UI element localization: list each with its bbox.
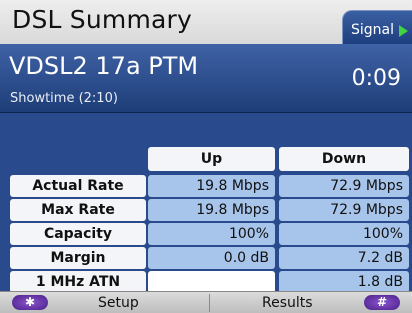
results-softkey[interactable]: Results — [262, 295, 313, 311]
margin-down: 7.2 dB — [279, 247, 409, 269]
row-label-margin: Margin — [10, 247, 146, 269]
signal-tab[interactable]: Signal — [342, 10, 412, 44]
row-label-max-rate: Max Rate — [10, 199, 146, 221]
column-header-up: Up — [148, 147, 275, 171]
elapsed-timer: 0:09 — [351, 66, 401, 91]
margin-up: 0.0 dB — [148, 247, 275, 269]
title-bar: DSL Summary Signal — [0, 0, 412, 44]
hash-key-icon[interactable]: # — [364, 295, 400, 310]
capacity-down: 100% — [279, 223, 409, 245]
setup-softkey[interactable]: Setup — [98, 295, 139, 311]
atn-up — [148, 271, 275, 293]
row-label-actual-rate: Actual Rate — [10, 175, 146, 197]
row-label-capacity: Capacity — [10, 223, 146, 245]
actual-rate-up: 19.8 Mbps — [148, 175, 275, 197]
connection-status-bar: VDSL2 17a PTM Showtime (2:10) 0:09 — [0, 44, 412, 113]
atn-down: 1.8 dB — [279, 271, 409, 293]
play-arrow-icon — [399, 25, 408, 37]
softkey-divider — [209, 294, 210, 312]
showtime-status: Showtime (2:10) — [10, 91, 118, 106]
max-rate-down: 72.9 Mbps — [279, 199, 409, 221]
signal-tab-label: Signal — [351, 22, 395, 38]
max-rate-up: 19.8 Mbps — [148, 199, 275, 221]
capacity-up: 100% — [148, 223, 275, 245]
actual-rate-down: 72.9 Mbps — [279, 175, 409, 197]
star-key-icon[interactable]: ✱ — [12, 295, 48, 310]
softkey-bar: ✱ Setup Results # — [0, 291, 412, 313]
dsl-mode: VDSL2 17a PTM — [9, 52, 199, 80]
row-label-1mhz-atn: 1 MHz ATN — [10, 271, 146, 293]
page-title: DSL Summary — [12, 5, 193, 34]
column-header-down: Down — [279, 147, 409, 171]
